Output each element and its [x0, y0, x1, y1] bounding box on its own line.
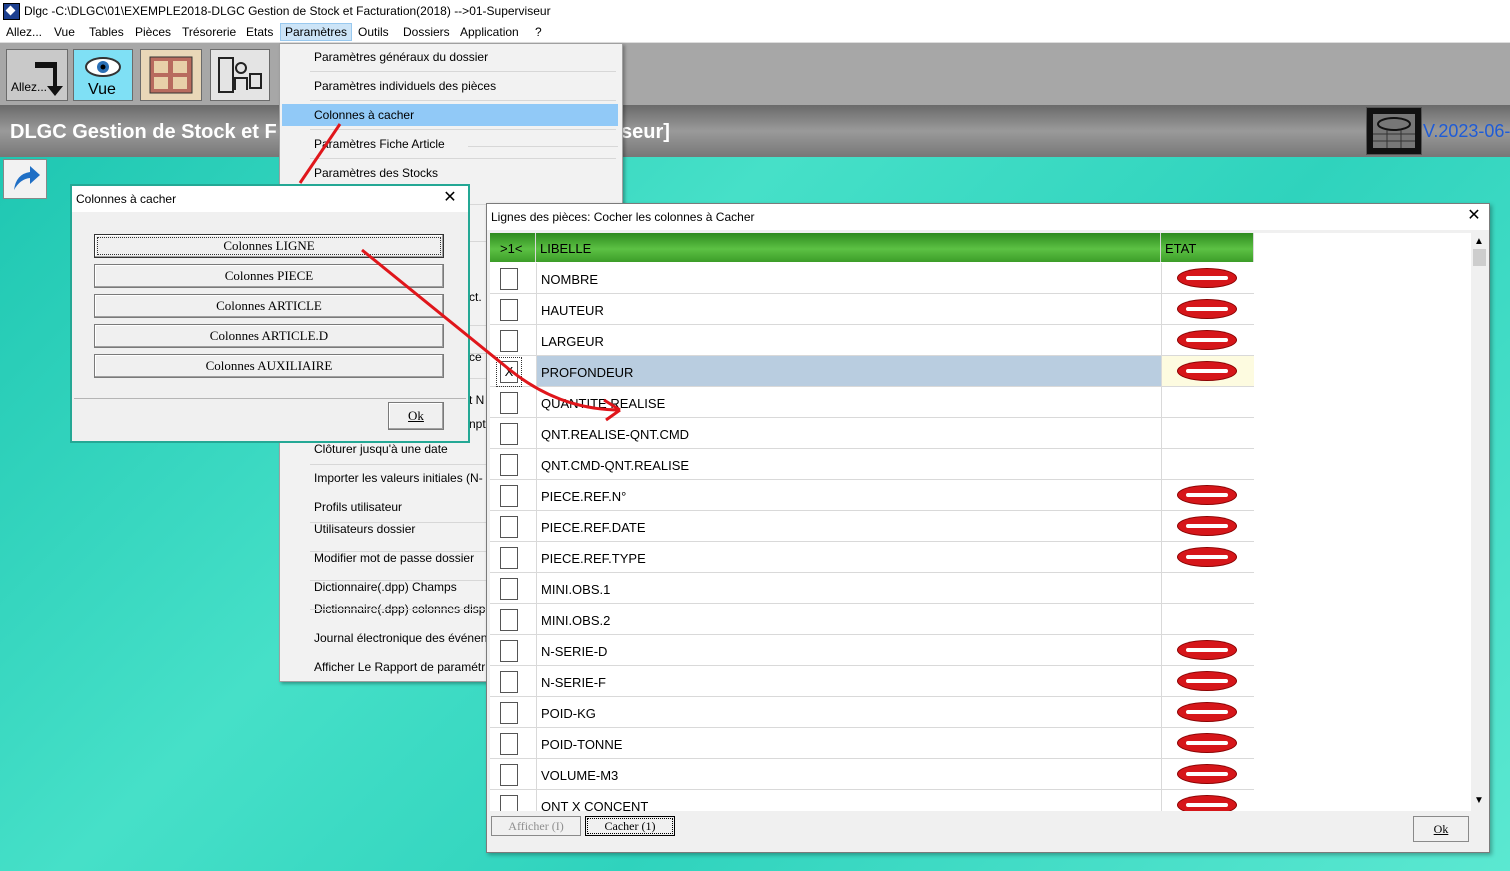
annotation-arrow-2: [361, 248, 621, 412]
annotation-arrow-1: [298, 123, 342, 184]
annotation-arrows: [298, 123, 621, 422]
